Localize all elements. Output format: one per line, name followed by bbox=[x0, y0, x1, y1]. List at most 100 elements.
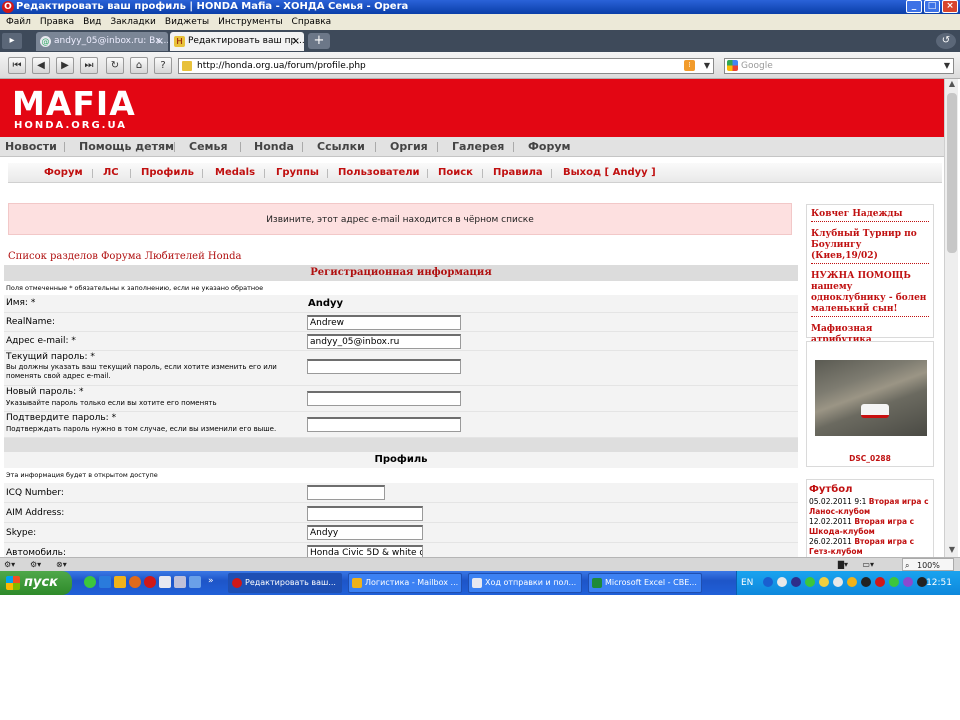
search-field[interactable]: Google ▼ bbox=[724, 58, 954, 74]
forum-index-link[interactable]: Список разделов Форума Любителей Honda bbox=[8, 251, 241, 262]
tray-icon[interactable] bbox=[763, 577, 773, 587]
mail-agent-icon[interactable] bbox=[114, 576, 126, 588]
gallery-photo[interactable] bbox=[815, 360, 927, 436]
menu-bookmarks[interactable]: Закладки bbox=[108, 14, 163, 30]
forum-navigation: Форум ЛС Профиль Medals Группы Пользоват… bbox=[8, 163, 942, 183]
menu-edit[interactable]: Правка bbox=[38, 14, 81, 30]
rewind-icon[interactable]: ⏮ bbox=[8, 57, 26, 74]
menu-view[interactable]: Вид bbox=[81, 14, 108, 30]
subnav-logout[interactable]: Выход [ Andyy ] bbox=[563, 163, 656, 183]
tab-close-icon[interactable]: × bbox=[292, 32, 300, 51]
closed-tabs-trash-icon[interactable]: ↺ bbox=[936, 33, 956, 49]
security-info-icon[interactable]: ? bbox=[154, 57, 172, 74]
tray-icon[interactable] bbox=[889, 577, 899, 587]
current-password-input[interactable] bbox=[307, 359, 461, 374]
new-password-input[interactable] bbox=[307, 391, 461, 406]
task-opera[interactable]: Редактировать ваш... bbox=[228, 573, 342, 593]
close-window-button[interactable]: × bbox=[942, 0, 958, 13]
tab-close-icon[interactable]: × bbox=[156, 32, 164, 51]
subnav-medals[interactable]: Medals bbox=[215, 163, 255, 183]
forward-icon[interactable]: ▶ bbox=[56, 57, 74, 74]
tray-icon[interactable] bbox=[805, 577, 815, 587]
confirm-password-input[interactable] bbox=[307, 417, 461, 432]
sidebar-link-help[interactable]: НУЖНА ПОМОЩЬ нашему одноклубнику - болен… bbox=[811, 270, 929, 317]
tray-icon[interactable] bbox=[875, 577, 885, 587]
quicklaunch-icon[interactable] bbox=[159, 576, 171, 588]
show-desktop-icon[interactable] bbox=[189, 576, 201, 588]
menu-widgets[interactable]: Виджеты bbox=[163, 14, 216, 30]
quicklaunch-icon[interactable] bbox=[84, 576, 96, 588]
quicklaunch-expand-icon[interactable]: » bbox=[208, 576, 214, 586]
turbo-icon[interactable]: ⚙▾ bbox=[30, 558, 41, 571]
sidebar-link-bowling[interactable]: Клубный Турнир по Боулингу (Киев,19/02) bbox=[811, 228, 929, 264]
task-document[interactable]: Ход отправки и пол... bbox=[468, 573, 582, 593]
skype-input[interactable]: Andyy bbox=[307, 525, 423, 540]
menu-help[interactable]: Справка bbox=[290, 14, 339, 30]
language-indicator[interactable]: EN bbox=[741, 571, 753, 595]
page-scrollbar[interactable]: ▲ ▼ bbox=[944, 79, 958, 557]
tray-icon[interactable] bbox=[847, 577, 857, 587]
tray-icon[interactable] bbox=[791, 577, 801, 587]
subnav-pm[interactable]: ЛС bbox=[103, 163, 119, 183]
panel-view-icon[interactable]: ▇▾ bbox=[838, 558, 848, 571]
nav-forum[interactable]: Форум bbox=[528, 137, 571, 157]
subnav-users[interactable]: Пользователи bbox=[338, 163, 420, 183]
opera-icon[interactable] bbox=[144, 576, 156, 588]
email-input[interactable]: andyy_05@inbox.ru bbox=[307, 334, 461, 349]
quicklaunch-icon[interactable] bbox=[174, 576, 186, 588]
new-tab-button[interactable]: + bbox=[308, 33, 330, 49]
unite-icon[interactable]: ⊗▾ bbox=[56, 558, 67, 571]
icq-input[interactable] bbox=[307, 485, 385, 500]
back-icon[interactable]: ◀ bbox=[32, 57, 50, 74]
tray-icon[interactable] bbox=[903, 577, 913, 587]
maximize-button[interactable]: □ bbox=[924, 0, 940, 13]
nav-family[interactable]: Семья bbox=[189, 137, 228, 157]
subnav-profile[interactable]: Профиль bbox=[141, 163, 194, 183]
nav-orgy[interactable]: Оргия bbox=[390, 137, 428, 157]
gallery-photo-caption[interactable]: DSC_0288 bbox=[807, 454, 933, 463]
nav-honda[interactable]: Honda bbox=[254, 137, 294, 157]
sidebar-link-ark[interactable]: Ковчег Надежды bbox=[811, 208, 929, 222]
home-icon[interactable]: ⌂ bbox=[130, 57, 148, 74]
tray-icon[interactable] bbox=[861, 577, 871, 587]
menu-tools[interactable]: Инструменты bbox=[216, 14, 289, 30]
zoom-control[interactable]: ⌕ 100% bbox=[902, 558, 954, 571]
tray-icon[interactable] bbox=[833, 577, 843, 587]
scroll-down-icon[interactable]: ▼ bbox=[945, 545, 959, 557]
menu-file[interactable]: Файл bbox=[4, 14, 38, 30]
subnav-groups[interactable]: Группы bbox=[276, 163, 319, 183]
scrollbar-thumb[interactable] bbox=[947, 93, 957, 253]
panel-toggle-icon[interactable]: ▸ bbox=[2, 33, 22, 49]
realname-input[interactable]: Andrew bbox=[307, 315, 461, 330]
nav-links[interactable]: Ссылки bbox=[317, 137, 365, 157]
aim-input[interactable] bbox=[307, 506, 423, 521]
task-mailbox[interactable]: Логистика - Mailbox ... bbox=[348, 573, 462, 593]
start-button[interactable]: пуск bbox=[0, 571, 72, 595]
subnav-forum[interactable]: Форум bbox=[44, 163, 83, 183]
fast-forward-icon[interactable]: ⏭ bbox=[80, 57, 98, 74]
reload-icon[interactable]: ↻ bbox=[106, 57, 124, 74]
firefox-icon[interactable] bbox=[129, 576, 141, 588]
address-field[interactable]: http://honda.org.ua/forum/profile.php ⁞ … bbox=[178, 58, 714, 74]
scroll-up-icon[interactable]: ▲ bbox=[945, 79, 959, 91]
system-tray: EN 12:51 bbox=[736, 571, 960, 595]
nav-news[interactable]: Новости bbox=[5, 137, 57, 157]
car-input[interactable]: Honda Civic 5D & white dor bbox=[307, 545, 423, 557]
image-toggle-icon[interactable]: ▭▾ bbox=[862, 558, 874, 571]
site-logo[interactable]: MAFIA HONDA.ORG.UA bbox=[12, 87, 136, 131]
subnav-search[interactable]: Поиск bbox=[438, 163, 473, 183]
nav-help-children[interactable]: Помощь детям bbox=[79, 137, 174, 157]
subnav-rules[interactable]: Правила bbox=[493, 163, 543, 183]
tray-icon[interactable] bbox=[819, 577, 829, 587]
task-excel[interactable]: Microsoft Excel - СВЕ... bbox=[588, 573, 702, 593]
tab-mail[interactable]: @ andyy_05@inbox.ru: Вх... × bbox=[36, 32, 168, 51]
minimize-button[interactable]: _ bbox=[906, 0, 922, 13]
rss-feed-icon[interactable]: ⁞ bbox=[684, 60, 695, 71]
ie-icon[interactable] bbox=[99, 576, 111, 588]
address-dropdown-icon[interactable]: ▼ bbox=[704, 59, 710, 73]
search-dropdown-icon[interactable]: ▼ bbox=[944, 59, 950, 73]
tab-profile[interactable]: H Редактировать ваш пр... × bbox=[170, 32, 304, 51]
nav-gallery[interactable]: Галерея bbox=[452, 137, 504, 157]
tray-icon[interactable] bbox=[777, 577, 787, 587]
speed-dial-icon[interactable]: ⚙▾ bbox=[4, 558, 15, 571]
